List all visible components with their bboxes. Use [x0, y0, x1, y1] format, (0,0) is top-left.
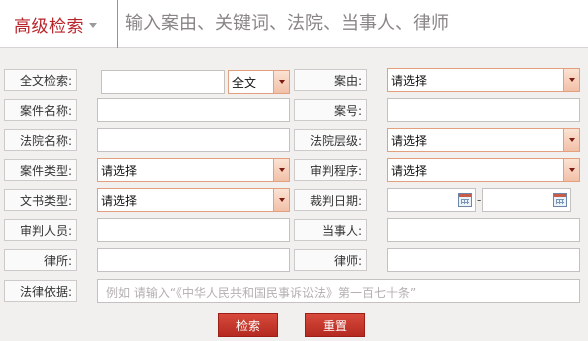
- search-button[interactable]: 检索: [218, 313, 278, 337]
- party-input[interactable]: [387, 218, 580, 242]
- fulltext-input[interactable]: [101, 70, 225, 94]
- case-number-input[interactable]: [387, 98, 580, 122]
- case-type-value: 请选择: [101, 163, 138, 178]
- dropdown-arrow-icon: [273, 159, 289, 181]
- fulltext-scope-value: 全文: [232, 75, 257, 90]
- date-separator: -: [477, 193, 482, 207]
- law-firm-input[interactable]: [97, 248, 290, 272]
- dropdown-arrow-icon: [563, 129, 579, 151]
- court-level-select[interactable]: 请选择: [387, 128, 580, 152]
- court-level-value: 请选择: [391, 133, 428, 148]
- judgment-date-label: 裁判日期:: [294, 189, 367, 211]
- cause-label: 案由:: [294, 69, 367, 91]
- dropdown-arrow-icon: [563, 159, 579, 181]
- fulltext-scope-select[interactable]: 全文: [228, 70, 290, 94]
- legal-basis-input[interactable]: 例如 请输入“《中华人民共和国民事诉讼法》第一百七十条”: [97, 279, 580, 303]
- chevron-down-icon: [89, 22, 97, 28]
- legal-basis-label: 法律依据:: [4, 280, 77, 302]
- advanced-search-toggle[interactable]: 高级检索: [0, 0, 118, 48]
- case-name-input[interactable]: [97, 98, 290, 122]
- procedure-label: 审判程序:: [294, 159, 367, 181]
- reset-button[interactable]: 重置: [305, 313, 365, 337]
- cause-select[interactable]: 请选择: [387, 68, 580, 92]
- law-firm-label: 律所:: [4, 249, 77, 271]
- dropdown-arrow-icon: [273, 189, 289, 211]
- court-name-label: 法院名称:: [4, 129, 77, 151]
- document-type-select[interactable]: 请选择: [97, 188, 290, 212]
- case-type-label: 案件类型:: [4, 159, 77, 181]
- dropdown-arrow-icon: [273, 71, 289, 93]
- judge-input[interactable]: [97, 218, 290, 242]
- judge-label: 审判人员:: [4, 219, 77, 241]
- legal-basis-placeholder: 例如 请输入“《中华人民共和国民事诉讼法》第一百七十条”: [106, 286, 417, 300]
- party-label: 当事人:: [294, 219, 367, 241]
- court-name-input[interactable]: [97, 128, 290, 152]
- procedure-select[interactable]: 请选择: [387, 158, 580, 182]
- court-level-label: 法院层级:: [294, 129, 367, 151]
- case-type-select[interactable]: 请选择: [97, 158, 290, 182]
- document-type-value: 请选择: [101, 193, 138, 208]
- case-name-label: 案件名称:: [4, 99, 77, 121]
- calendar-icon[interactable]: [553, 193, 567, 207]
- procedure-value: 请选择: [391, 163, 428, 178]
- advanced-search-label: 高级检索: [14, 16, 84, 37]
- judgment-date-start[interactable]: [387, 188, 476, 212]
- lawyer-label: 律师:: [294, 249, 367, 271]
- fulltext-label: 全文检索:: [4, 69, 77, 91]
- document-type-label: 文书类型:: [4, 189, 77, 211]
- cause-value: 请选择: [391, 73, 428, 88]
- calendar-icon[interactable]: [458, 193, 472, 207]
- search-input[interactable]: 输入案由、关键词、法院、当事人、律师: [125, 8, 449, 36]
- dropdown-arrow-icon: [563, 69, 579, 91]
- case-number-label: 案号:: [294, 99, 367, 121]
- search-header: 高级检索 输入案由、关键词、法院、当事人、律师: [0, 0, 588, 48]
- judgment-date-end[interactable]: [482, 188, 571, 212]
- lawyer-input[interactable]: [387, 248, 580, 272]
